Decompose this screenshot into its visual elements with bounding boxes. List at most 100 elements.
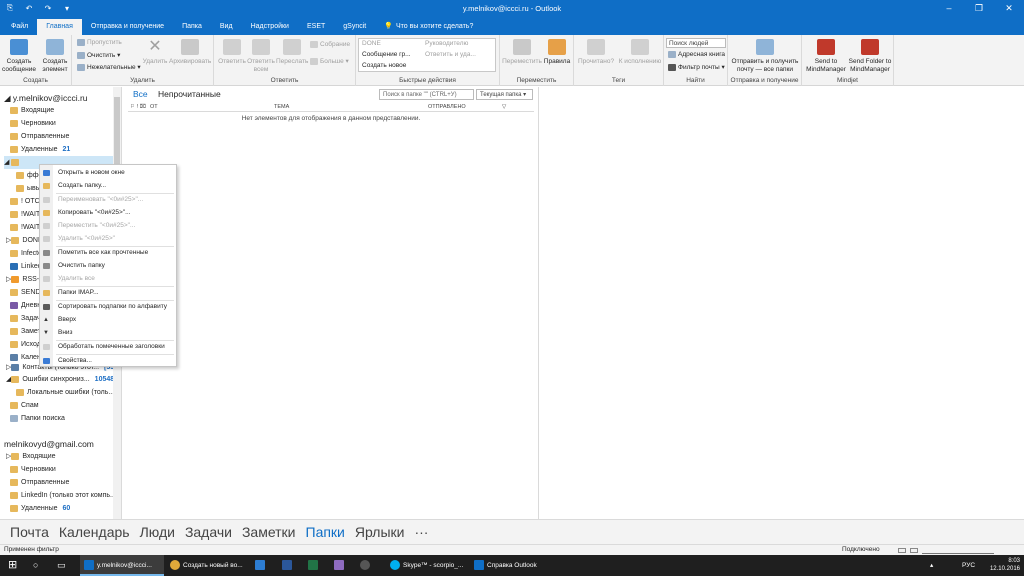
start-windows-icon[interactable]: ⊞ xyxy=(8,555,17,576)
send-receive-all-button[interactable]: Отправить и получить почту — все папки xyxy=(730,39,800,73)
quick-step-create-new[interactable]: Создать новое xyxy=(362,62,406,69)
tab-home[interactable]: Главная xyxy=(37,19,82,35)
folder-item[interactable]: Замет xyxy=(10,325,41,338)
folder-item[interactable]: Папки поиска xyxy=(10,412,65,425)
filter-all[interactable]: Все xyxy=(133,89,148,99)
folder-item[interactable]: ◢ Ошибки синхрониз... 10548 xyxy=(6,373,114,386)
tray-clock[interactable]: 8:03 12.10.2016 xyxy=(990,557,1020,573)
folder-item[interactable]: Локальные ошибки (толь... xyxy=(16,386,114,399)
address-book-button[interactable]: Адресная книга xyxy=(668,51,725,58)
folder-item[interactable]: LinkedIn (только этот компь... xyxy=(10,489,116,502)
menu-imap-folders[interactable]: Папки IMAP... xyxy=(40,287,176,299)
tab-eset[interactable]: ESET xyxy=(298,19,334,35)
folder-item[interactable]: Отправленные xyxy=(10,476,69,489)
clean-button[interactable]: Очистить ▾ xyxy=(77,51,120,59)
menu-open-new-window[interactable]: Открыть в новом окне xyxy=(40,167,176,179)
tab-view[interactable]: Вид xyxy=(211,19,242,35)
tell-me-box[interactable]: 💡 Что вы хотите сделать? xyxy=(375,19,482,35)
column-from[interactable]: ОТ xyxy=(150,104,158,110)
column-flag[interactable]: ▽ xyxy=(502,104,506,110)
menu-delete-all[interactable]: Удалить все xyxy=(40,273,176,285)
menu-delete[interactable]: Удалить "<0и#25>" xyxy=(40,233,176,245)
junk-button[interactable]: Нежелательные ▾ xyxy=(77,63,141,71)
menu-move-down[interactable]: ▼ Вниз xyxy=(40,327,176,339)
taskbar-excel[interactable] xyxy=(308,555,321,576)
quick-step-team-email[interactable]: Сообщение гр... xyxy=(362,51,411,58)
filter-unread[interactable]: Непрочитанные xyxy=(158,89,221,99)
folder-search-input[interactable]: Поиск в папке "" (CTRL+У) xyxy=(379,89,474,100)
ignore-button[interactable]: Пропустить xyxy=(77,39,122,46)
taskbar-skype[interactable]: Skype™ - scorpio_... xyxy=(386,555,466,576)
menu-properties[interactable]: Свойства... xyxy=(40,355,176,367)
taskbar-word[interactable] xyxy=(282,555,295,576)
reading-view-icon[interactable] xyxy=(910,548,918,553)
folder-item[interactable]: ! ОТС xyxy=(10,195,40,208)
tray-language[interactable]: РУС xyxy=(962,555,975,576)
search-scope-select[interactable]: Текущая папка ▾ xyxy=(476,89,533,100)
nav-more-icon[interactable]: ··· xyxy=(414,524,428,540)
folder-item[interactable]: Удаленные 21 xyxy=(10,143,70,156)
folder-item[interactable]: Спам xyxy=(10,399,39,412)
taskbar-app[interactable] xyxy=(334,555,347,576)
folder-item[interactable]: Черновики xyxy=(10,117,56,130)
folder-item[interactable]: Удаленные 60 xyxy=(10,502,70,515)
nav-calendar[interactable]: Календарь xyxy=(59,524,130,540)
restore-button[interactable]: ❐ xyxy=(964,0,994,18)
folder-item[interactable]: Linked xyxy=(10,260,42,273)
task-view-icon[interactable]: ▭ xyxy=(57,555,66,576)
archive-button[interactable]: Архивировать xyxy=(169,39,211,66)
taskbar-app2[interactable] xyxy=(360,555,373,576)
close-button[interactable]: ✕ xyxy=(994,0,1024,18)
folder-item[interactable]: Infecte xyxy=(10,247,42,260)
zoom-slider[interactable] xyxy=(922,552,994,554)
menu-copy[interactable]: Копировать "<0и#25>"... xyxy=(40,207,176,219)
account-header-1[interactable]: ◢ y.melnikov@iccci.ru xyxy=(4,93,88,104)
menu-move[interactable]: Переместить "<0и#25>"... xyxy=(40,220,176,232)
nav-notes[interactable]: Заметки xyxy=(242,524,296,540)
folder-item[interactable]: ывы xyxy=(16,182,41,195)
more-button[interactable]: Больше ▾ xyxy=(310,57,349,65)
column-subject[interactable]: ТЕМА xyxy=(274,104,289,110)
menu-create-folder[interactable]: Создать папку... xyxy=(40,180,176,192)
filter-mail-button[interactable]: Фильтр почты ▾ xyxy=(668,63,725,71)
nav-tasks[interactable]: Задачи xyxy=(185,524,232,540)
new-item-button[interactable]: Создать элемент xyxy=(38,39,72,73)
search-people-input[interactable]: Поиск людей xyxy=(666,38,726,48)
menu-mark-all-read[interactable]: Пометить все как прочтенные xyxy=(40,247,176,259)
reply-button[interactable]: Ответить xyxy=(216,39,248,66)
nav-shortcuts[interactable]: Ярлыки xyxy=(355,524,405,540)
quick-step-manager[interactable]: Руководителю xyxy=(425,40,468,47)
move-button[interactable]: Переместить xyxy=(502,39,542,66)
tray-network-icon[interactable]: ▴ xyxy=(930,555,933,576)
tab-send-receive[interactable]: Отправка и получение xyxy=(82,19,173,35)
folder-item[interactable]: !WAIT xyxy=(10,221,40,234)
normal-view-icon[interactable] xyxy=(898,548,906,553)
column-icons[interactable]: ⚐ ! ⌧ xyxy=(130,104,146,110)
taskbar-outlook[interactable]: y.melnikov@iccci... xyxy=(80,555,164,576)
send-folder-mindmanager-button[interactable]: Send Folder to MindManager xyxy=(846,39,894,73)
nav-mail[interactable]: Почта xyxy=(10,524,49,540)
read-unread-button[interactable]: Прочитано? xyxy=(576,39,616,66)
tab-addins[interactable]: Надстройки xyxy=(242,19,298,35)
column-sent[interactable]: ОТПРАВЛЕНО xyxy=(428,104,466,110)
send-to-mindmanager-button[interactable]: Send to MindManager xyxy=(804,39,848,73)
folder-item[interactable]: Отправленные xyxy=(10,130,69,143)
followup-button[interactable]: К исполнению xyxy=(618,39,662,66)
tab-gsyncit[interactable]: gSyncit xyxy=(334,19,375,35)
folder-item[interactable]: !WAIT xyxy=(10,208,40,221)
forward-button[interactable]: Переслать xyxy=(276,39,308,66)
folder-item[interactable]: ▷ Входящие xyxy=(6,450,56,463)
taskbar-edge[interactable] xyxy=(255,555,268,576)
nav-people[interactable]: Люди xyxy=(140,524,175,540)
rules-button[interactable]: Правила xyxy=(542,39,572,66)
search-icon[interactable]: ○ xyxy=(33,555,38,576)
quick-step-reply-delete[interactable]: Ответить и уда... xyxy=(425,51,476,58)
quick-step-done[interactable]: DONE xyxy=(362,40,381,47)
folder-item[interactable]: Дневн xyxy=(10,299,41,312)
menu-clean-folder[interactable]: Очистить папку xyxy=(40,260,176,272)
delete-button[interactable]: ✕ Удалить xyxy=(140,39,170,66)
menu-sort-subfolders[interactable]: Сортировать подпапки по алфавиту xyxy=(40,301,176,313)
meeting-button[interactable]: Собрание xyxy=(310,41,350,48)
folder-item[interactable]: ▷ DONE xyxy=(6,234,43,247)
folder-item[interactable]: Черновики xyxy=(10,463,56,476)
